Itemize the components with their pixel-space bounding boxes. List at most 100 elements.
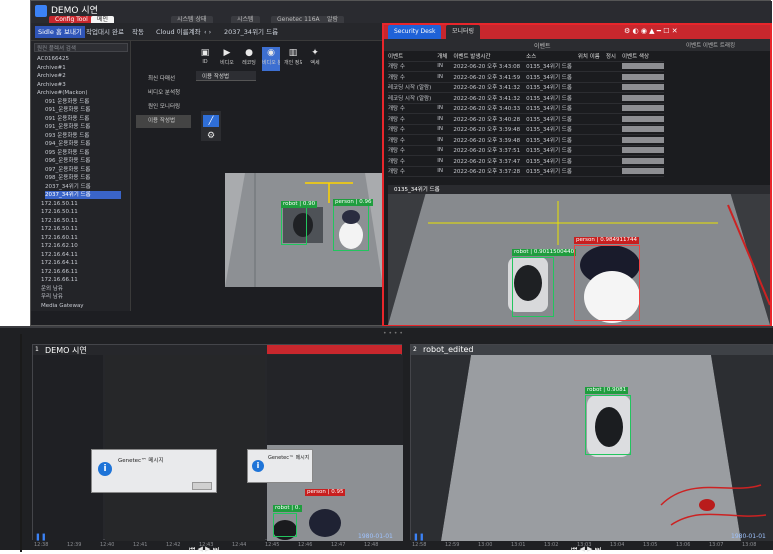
tree-item[interactable]: 172.16.50.11 — [41, 217, 121, 225]
event-color-swatch — [622, 115, 664, 122]
event-row[interactable]: 개탕 수 IN 2022-06-20 오후 3:40:33 0135_34위기 드롭 — [388, 103, 664, 114]
event-row[interactable]: 개탕 수 IN 2022-06-20 오후 3:37:47 0135_34위기 드롭 — [388, 155, 664, 167]
gear-icon[interactable]: ⚙ — [203, 131, 219, 141]
tree-item[interactable]: 172.16.66.11 — [41, 268, 121, 276]
iconbar-icon: ▣ — [200, 48, 210, 58]
tree-item[interactable]: 098_운용화용 드롭 — [45, 174, 121, 182]
event-row[interactable]: 개탕 수 IN 2022-06-20 오후 3:37:28 0135_34위기 드롭 — [388, 166, 664, 177]
event-row[interactable]: 레코딩 시작 (알람) 2022-06-20 오후 3:41:32 0135_34위… — [388, 92, 664, 104]
event-row[interactable]: 개탕 수 IN 2022-06-20 오후 3:37:51 0135_34위기 드롭 — [388, 145, 664, 156]
timeline-tick: 13:07 — [709, 542, 724, 548]
window-controls[interactable]: ⚙ ◐ ◉ ▲ ━ ☐ ✕ — [624, 27, 678, 35]
task-complete-button[interactable]: 작업대시 완료 — [83, 26, 127, 38]
menu-item[interactable]: 원인 모니터링 — [136, 101, 191, 114]
iconbar-button[interactable]: ✦ 액세 — [306, 47, 324, 71]
column-header[interactable]: 소스 — [526, 51, 578, 62]
event-row[interactable]: 개탕 수 IN 2022-06-20 오후 3:43:08 0135_34위기 드롭 — [388, 61, 664, 72]
tab-system-status[interactable]: 시스템 상태 — [171, 16, 213, 23]
editor-tab[interactable]: 이용 작성법 — [196, 71, 256, 81]
tree-item[interactable]: 096_운용화용 드롭 — [45, 157, 121, 165]
tree-item[interactable]: 우리 남유 — [41, 293, 121, 301]
tree-item[interactable]: 172.16.50.11 — [41, 200, 121, 208]
splitter[interactable] — [20, 334, 22, 552]
tree-item[interactable]: Archive#(Mackon) — [37, 89, 121, 97]
event-cell — [577, 82, 606, 93]
tile-left[interactable]: 1 DEMO 시연 i Genetec™ 메시지 i Genetec™ 메시지 … — [32, 344, 403, 553]
column-header[interactable]: 개체 — [437, 51, 454, 62]
tree-item[interactable]: AC0166425 — [37, 55, 121, 63]
tab-system[interactable]: 시스템 — [231, 16, 260, 23]
iconbar-button[interactable]: ◉ 비디오 분석 — [262, 47, 280, 71]
tree-item[interactable]: 097_운용화용 드롭 — [45, 166, 121, 174]
tree-item[interactable]: 운외 남유 — [41, 285, 121, 293]
event-row[interactable]: 개탕 수 IN 2022-06-20 오후 3:40:28 0135_34위기 드롭 — [388, 113, 664, 125]
event-row[interactable]: 개탕 수 IN 2022-06-20 오후 3:39:48 0135_34위기 드롭 — [388, 124, 664, 135]
iconbar-button[interactable]: ▣ ID — [196, 47, 214, 71]
menu-item[interactable]: 비디오 분석청 — [136, 87, 191, 100]
message-dialog[interactable]: i Genetec™ 메시지 — [91, 449, 217, 493]
tree-item[interactable]: 172.16.50.11 — [41, 208, 121, 216]
event-tracking-toggle[interactable]: 이벤트 이벤트 트래킹 — [686, 41, 735, 49]
pause-icon[interactable]: ❚❚ — [413, 533, 425, 541]
tree-item[interactable]: 2037_34위기 드롭 — [45, 191, 121, 199]
person-detection-label: person | 0.95 — [305, 489, 346, 496]
column-header[interactable]: 정시 — [605, 51, 622, 62]
tab-genetec[interactable]: Genetec 116A — [271, 16, 326, 23]
menu-item[interactable]: 이용 작성법 — [136, 115, 191, 128]
tree-item[interactable]: 172.16.64.11 — [41, 251, 121, 259]
tab-main[interactable]: 메인 — [91, 16, 115, 23]
monitoring-tab[interactable]: 모니터링 — [446, 25, 481, 39]
tree-item[interactable]: 093 운용화용 드롭 — [45, 132, 121, 140]
tile-index: 1 — [35, 346, 39, 353]
tree-item[interactable]: 091 운용화용 드롭 — [45, 115, 121, 123]
tree-item[interactable]: Archive#1 — [37, 64, 121, 72]
tab-config-tool[interactable]: Config Tool — [49, 16, 94, 23]
splitter-handle-icon[interactable]: • • • • — [383, 330, 403, 337]
tree-item[interactable]: Archive#2 — [37, 72, 121, 80]
column-header[interactable]: 위치 이름 — [577, 51, 606, 62]
timeline-right[interactable]: 12:58 12:59 13:00 13:01 13:02 13:03 13:04 13:05… — [412, 542, 772, 552]
column-header[interactable]: 이벤트 — [388, 51, 438, 62]
iconbar-button[interactable]: ▥ 개인 정보 보호 — [284, 47, 302, 71]
nav-arrows[interactable]: ‹ › — [201, 26, 214, 38]
tree-item[interactable]: 172.16.60.11 — [41, 234, 121, 242]
action-button[interactable]: 작동 — [129, 26, 147, 38]
tree-item[interactable]: 091_운용화용 드롭 — [45, 123, 121, 131]
tree-item[interactable]: Media Gateway — [41, 302, 121, 310]
tree-item[interactable]: 2037_34위기 드롭 — [45, 183, 121, 191]
tile-right[interactable]: 2 robot_edited robot | 0.9081 ⏮ ◀ ▶ ⏭ ❚❚… — [410, 344, 773, 553]
tree-item[interactable]: 172.16.62.10 — [41, 242, 121, 250]
message-dialog-2[interactable]: i Genetec™ 메시지 — [247, 449, 313, 483]
tree-item[interactable]: 095 운용화용 드롭 — [45, 149, 121, 157]
tree-item[interactable]: 094_운용화용 드롭 — [45, 140, 121, 148]
column-header[interactable]: 이벤트 발생시간 — [453, 51, 527, 62]
tab-alarm[interactable]: 알람 — [321, 16, 345, 23]
event-cell: 2022-06-20 오후 3:40:33 — [453, 103, 527, 114]
timeline-left[interactable]: 12:38 12:39 12:40 12:41 12:42 12:43 12:44 12:45… — [34, 542, 400, 552]
iconbar-button[interactable]: ▶ 비디오 — [218, 47, 236, 71]
tree-item[interactable]: 091_운용화용 드롭 — [45, 106, 121, 114]
menu-item[interactable]: 최신 다매선 — [136, 73, 191, 86]
event-row[interactable]: 개탕 수 IN 2022-06-20 오후 3:39:48 0135_34위기 드롭 — [388, 134, 664, 146]
timeline-tick: 13:08 — [742, 542, 757, 548]
tree-item[interactable]: Archive#3 — [37, 81, 121, 89]
tree-item[interactable]: 172.16.66.11 — [41, 276, 121, 284]
event-color-swatch — [622, 147, 664, 154]
dialog-ok-button[interactable] — [192, 482, 212, 490]
tree-item[interactable]: 172.16.64.11 — [41, 259, 121, 267]
security-desk-tab[interactable]: Security Desk — [388, 25, 442, 39]
event-row[interactable]: 레코딩 시작 (알람) 2022-06-20 오후 3:41:32 0135_34위… — [388, 82, 664, 93]
home-button[interactable]: Sidle 홈 보내기 — [35, 26, 85, 38]
pause-icon[interactable]: ❚❚ — [35, 533, 47, 541]
column-header[interactable]: 이벤트 색상 — [622, 51, 664, 62]
person-detection-label: person | 0.984911744 — [574, 237, 639, 244]
event-cell: 0135_34위기 드롭 — [526, 155, 578, 167]
cloud-button[interactable]: Cloud 이름계좌 — [153, 26, 204, 38]
iconbar-button[interactable]: ● 레코딩 — [240, 47, 258, 71]
breadcrumb: 2037_34위기 드롭 — [224, 28, 279, 36]
event-row[interactable]: 개탕 수 IN 2022-06-20 오후 3:41:59 0135_34위기 드롭 — [388, 71, 664, 83]
tree-item[interactable]: 091 운용화용 드롭 — [45, 98, 121, 106]
tree-search-input[interactable]: 원컨 플렉셔 검색 — [34, 43, 128, 52]
tree-item[interactable]: 172.16.50.11 — [41, 225, 121, 233]
draw-line-icon[interactable]: ╱ — [203, 115, 219, 127]
